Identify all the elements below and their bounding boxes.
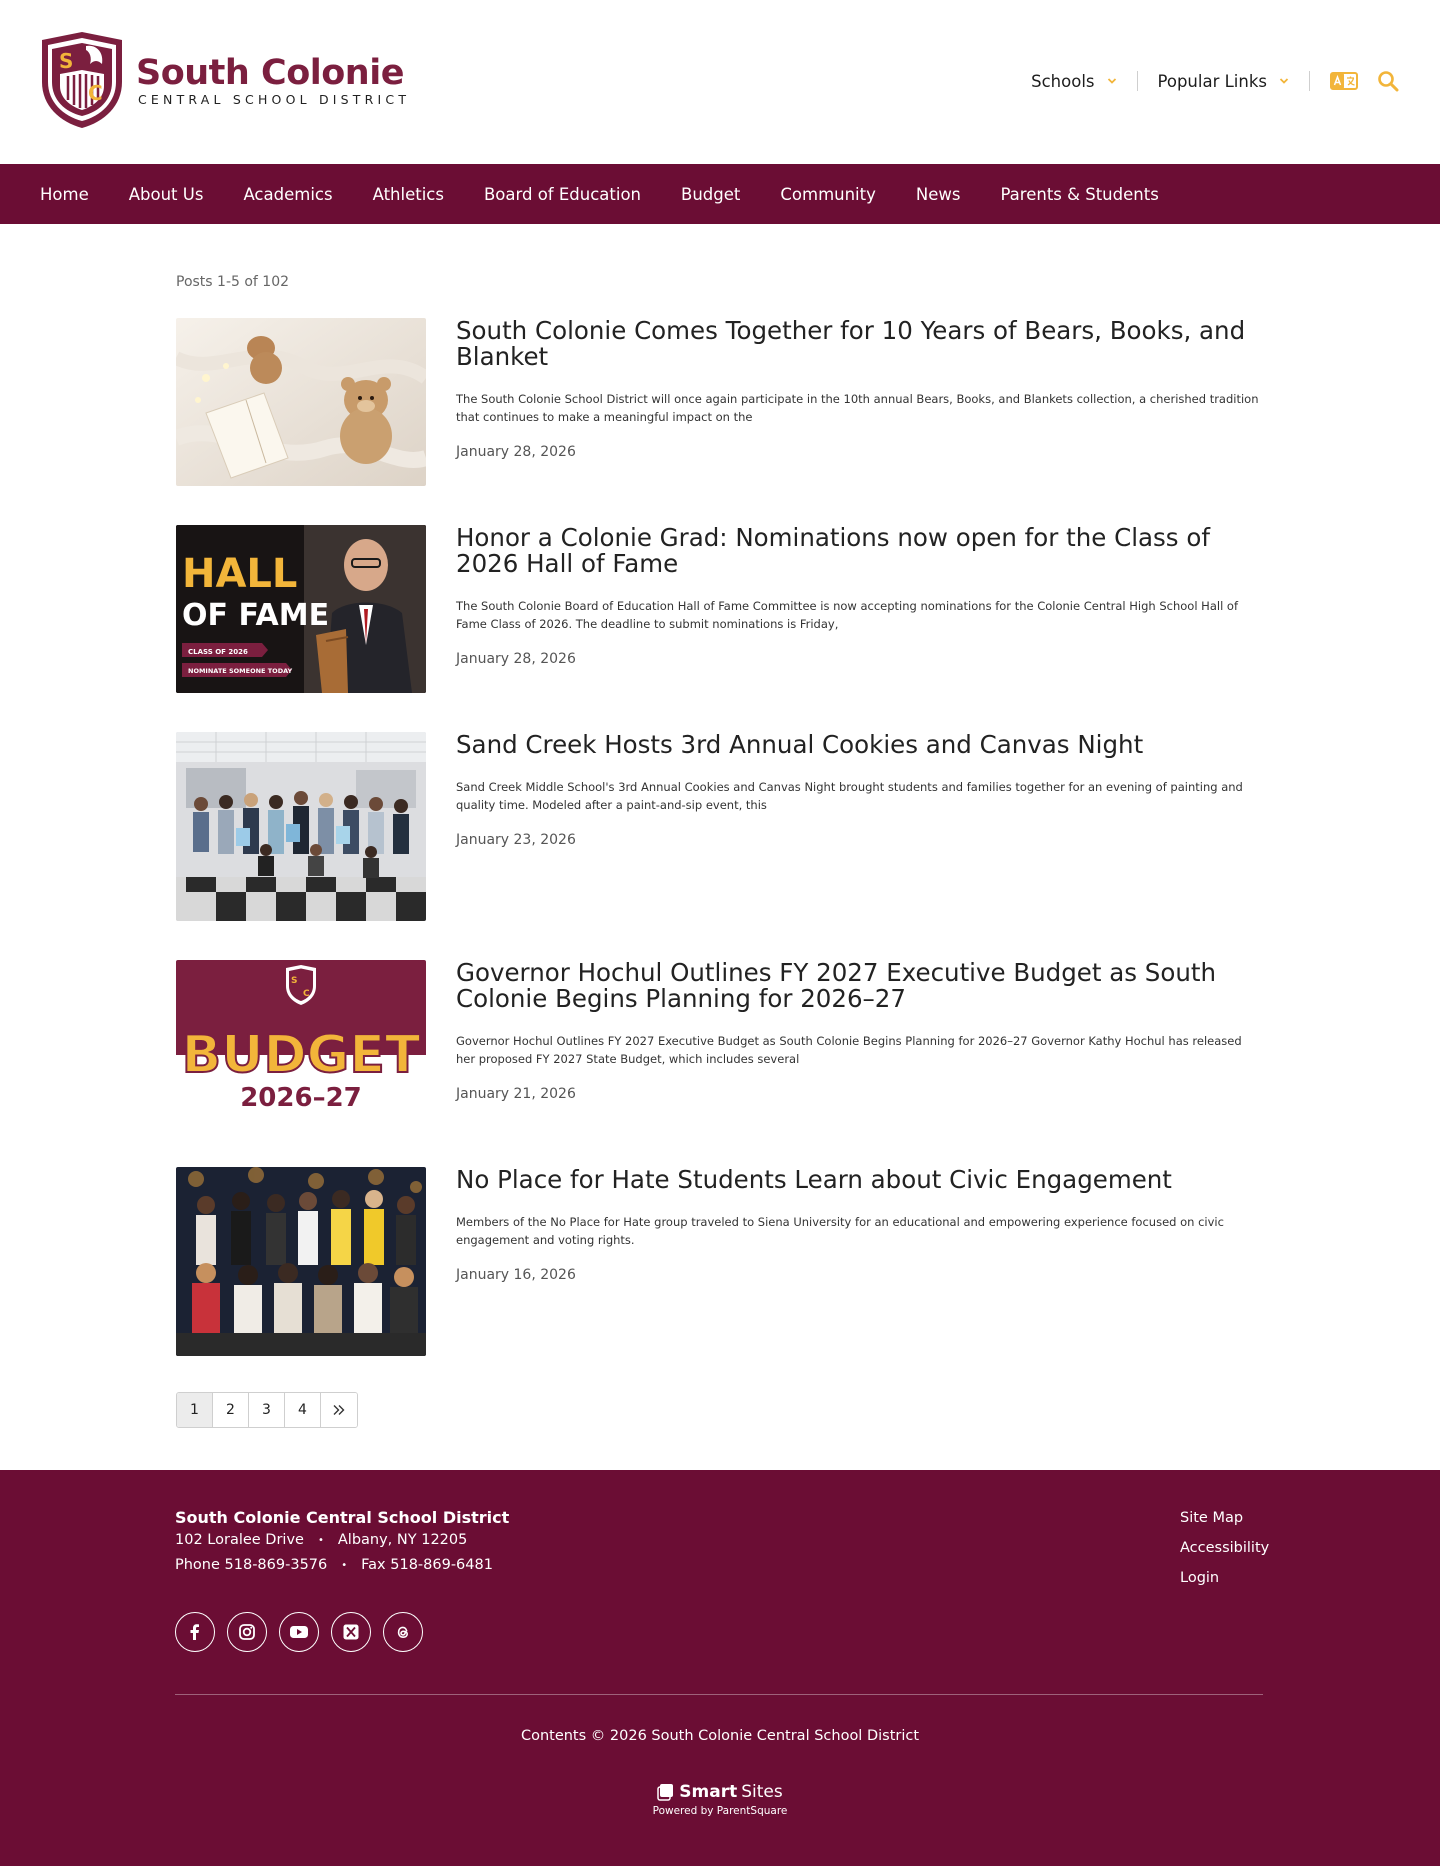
nav-item-board-of-education[interactable]: Board of Education (484, 185, 641, 204)
footer-city: Albany, NY 12205 (337, 1532, 468, 1548)
footer-phone[interactable]: Phone 518-869-3576 (175, 1557, 327, 1573)
post-date: January 28, 2026 (456, 444, 576, 460)
svg-text:S: S (291, 976, 297, 986)
schools-dropdown[interactable]: Schools (1031, 72, 1116, 91)
nav-item-news[interactable]: News (916, 185, 961, 204)
nav-item-athletics[interactable]: Athletics (373, 185, 444, 204)
footer-street: 102 Loralee Drive (175, 1532, 304, 1548)
post-excerpt: Governor Hochul Outlines FY 2027 Executi… (456, 1034, 1242, 1066)
post-excerpt: The South Colonie School District will o… (456, 392, 1259, 424)
post-date: January 16, 2026 (456, 1267, 576, 1283)
footer-contact: Phone 518-869-3576 • Fax 518-869-6481 (175, 1557, 493, 1573)
footer-link-login[interactable]: Login (1180, 1570, 1269, 1588)
post-title[interactable]: Sand Creek Hosts 3rd Annual Cookies and … (456, 732, 1264, 758)
post-title[interactable]: South Colonie Comes Together for 10 Year… (456, 318, 1264, 370)
post-date: January 28, 2026 (456, 651, 576, 667)
logo-subtitle: CENTRAL SCHOOL DISTRICT (138, 91, 411, 107)
powered-by: Powered by ParentSquare (652, 1805, 788, 1817)
post-thumbnail[interactable]: HALL OF FAME CLASS OF 2026 NOMINATE SOME… (176, 525, 426, 693)
footer-link-site-map[interactable]: Site Map (1180, 1510, 1269, 1528)
footer-link-accessibility[interactable]: Accessibility (1180, 1540, 1269, 1558)
smartsites-logo-icon (657, 1784, 674, 1801)
popular-links-label: Popular Links (1157, 71, 1268, 91)
post-excerpt: The South Colonie Board of Education Hal… (456, 599, 1238, 631)
translate-icon[interactable] (1330, 70, 1358, 92)
post-title[interactable]: No Place for Hate Students Learn about C… (456, 1167, 1264, 1193)
district-logo[interactable]: S C South Colonie CENTRAL SCHOOL DISTRIC… (38, 30, 410, 130)
nav-item-home[interactable]: Home (40, 185, 89, 204)
post-count: Posts 1-5 of 102 (176, 274, 290, 290)
smartsites-brand-sites: Sites (741, 1782, 783, 1802)
news-list: Posts 1-5 of 102 South Colonie Comes Tog… (176, 274, 1264, 1356)
post-thumbnail[interactable] (176, 1167, 426, 1356)
svg-text:NOMINATE SOMEONE TODAY: NOMINATE SOMEONE TODAY (188, 667, 293, 675)
x-icon[interactable] (331, 1612, 371, 1652)
page-1-button[interactable]: 1 (177, 1393, 213, 1427)
utility-separator (1309, 71, 1310, 91)
utility-bar: Schools Popular Links (1031, 66, 1402, 96)
nav-item-community[interactable]: Community (780, 185, 876, 204)
pagination: 1 2 3 4 (176, 1392, 358, 1428)
nav-item-academics[interactable]: Academics (243, 185, 332, 204)
facebook-icon[interactable] (175, 1612, 215, 1652)
svg-text:C: C (88, 81, 103, 105)
image-text: BUDGET (182, 1025, 421, 1085)
separator-dot: • (341, 1559, 348, 1571)
footer-links: Site Map Accessibility Login (1180, 1510, 1269, 1600)
search-icon[interactable] (1374, 70, 1402, 92)
page-3-button[interactable]: 3 (249, 1393, 285, 1427)
instagram-icon[interactable] (227, 1612, 267, 1652)
youtube-icon[interactable] (279, 1612, 319, 1652)
popular-links-dropdown[interactable]: Popular Links (1158, 72, 1290, 91)
post-thumbnail[interactable] (176, 732, 426, 921)
site-footer: South Colonie Central School District 10… (0, 1470, 1440, 1866)
post-excerpt: Sand Creek Middle School's 3rd Annual Co… (456, 780, 1243, 812)
svg-text:OF FAME: OF FAME (182, 598, 329, 633)
utility-separator (1136, 71, 1138, 91)
post-excerpt: Members of the No Place for Hate group t… (456, 1215, 1224, 1247)
footer-divider (175, 1694, 1263, 1695)
image-text: HALL (182, 551, 297, 597)
post-date: January 21, 2026 (456, 1086, 576, 1102)
social-links (175, 1612, 435, 1652)
separator-dot: • (317, 1534, 324, 1546)
schools-label: Schools (1031, 71, 1095, 91)
site-header: S C South Colonie CENTRAL SCHOOL DISTRIC… (0, 0, 1440, 164)
svg-text:2026–27: 2026–27 (240, 1083, 362, 1113)
footer-address: 102 Loralee Drive • Albany, NY 12205 (175, 1532, 467, 1548)
chevron-down-icon (1279, 78, 1289, 84)
nav-item-budget[interactable]: Budget (681, 185, 740, 204)
next-pages-button[interactable] (321, 1393, 357, 1427)
logo-name: South Colonie (136, 52, 404, 93)
chevron-down-icon (1107, 78, 1116, 84)
footer-fax: Fax 518-869-6481 (361, 1557, 493, 1573)
footer-org-name: South Colonie Central School District (175, 1508, 510, 1527)
double-chevron-right-icon (333, 1405, 345, 1415)
post-thumbnail[interactable]: S C BUDGET 2026–27 (176, 960, 426, 1128)
copyright: Contents © 2026 South Colonie Central Sc… (520, 1728, 920, 1744)
main-nav: Home About Us Academics Athletics Board … (0, 164, 1440, 224)
post-title[interactable]: Governor Hochul Outlines FY 2027 Executi… (456, 960, 1264, 1012)
post-thumbnail[interactable] (176, 318, 426, 486)
district-crest: S C (42, 32, 122, 128)
nav-item-about-us[interactable]: About Us (129, 185, 204, 204)
svg-text:CLASS OF 2026: CLASS OF 2026 (188, 648, 248, 656)
nav-item-parents-students[interactable]: Parents & Students (1000, 185, 1158, 204)
threads-icon[interactable] (383, 1612, 423, 1652)
svg-text:S: S (59, 49, 73, 73)
smartsites-badge[interactable]: Smart Sites Powered by ParentSquare (0, 1782, 1440, 1817)
post-title[interactable]: Honor a Colonie Grad: Nominations now op… (456, 525, 1264, 577)
smartsites-brand-smart: Smart (679, 1782, 738, 1802)
svg-text:C: C (303, 989, 310, 999)
page-4-button[interactable]: 4 (285, 1393, 321, 1427)
post-date: January 23, 2026 (456, 832, 576, 848)
page-2-button[interactable]: 2 (213, 1393, 249, 1427)
